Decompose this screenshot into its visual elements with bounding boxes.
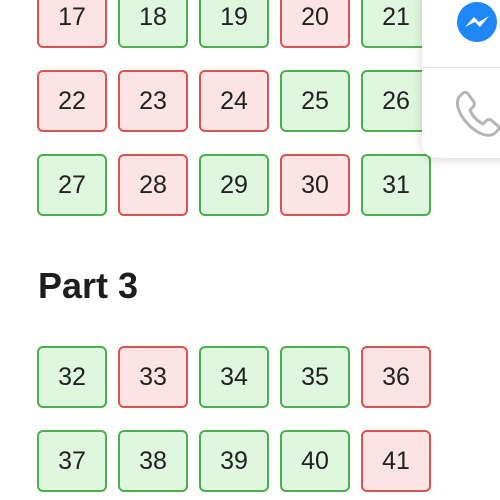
contact-widget bbox=[422, 0, 500, 158]
question-34-box[interactable]: 34 bbox=[199, 346, 269, 408]
question-25-box[interactable]: 25 bbox=[280, 70, 350, 132]
question-17-box[interactable]: 17 bbox=[37, 0, 107, 48]
question-19-box[interactable]: 19 bbox=[199, 0, 269, 48]
answer-sheet-page: 17 18 19 20 21 22 23 24 25 26 27 28 29 30 31 Part 3 32… bbox=[0, 0, 500, 500]
question-26-box[interactable]: 26 bbox=[361, 70, 431, 132]
question-35-box[interactable]: 35 bbox=[280, 346, 350, 408]
question-29-box[interactable]: 29 bbox=[199, 154, 269, 216]
question-41-box[interactable]: 41 bbox=[361, 430, 431, 492]
question-30-box[interactable]: 30 bbox=[280, 154, 350, 216]
phone-icon[interactable] bbox=[452, 88, 500, 138]
question-38-box[interactable]: 38 bbox=[118, 430, 188, 492]
part-3-heading: Part 3 bbox=[38, 265, 139, 306]
question-23-box[interactable]: 23 bbox=[118, 70, 188, 132]
question-27-box[interactable]: 27 bbox=[37, 154, 107, 216]
question-39-box[interactable]: 39 bbox=[199, 430, 269, 492]
question-24-box[interactable]: 24 bbox=[199, 70, 269, 132]
question-36-box[interactable]: 36 bbox=[361, 346, 431, 408]
question-33-box[interactable]: 33 bbox=[118, 346, 188, 408]
part-3-answer-grid: 32 33 34 35 36 37 38 39 40 41 bbox=[37, 346, 431, 492]
question-37-box[interactable]: 37 bbox=[37, 430, 107, 492]
question-31-box[interactable]: 31 bbox=[361, 154, 431, 216]
question-22-box[interactable]: 22 bbox=[37, 70, 107, 132]
messenger-icon[interactable] bbox=[452, 0, 500, 48]
question-28-box[interactable]: 28 bbox=[118, 154, 188, 216]
question-20-box[interactable]: 20 bbox=[280, 0, 350, 48]
part-2-answer-grid: 17 18 19 20 21 22 23 24 25 26 27 28 29 30 31 bbox=[37, 0, 431, 216]
panel-divider bbox=[422, 67, 500, 68]
question-40-box[interactable]: 40 bbox=[280, 430, 350, 492]
question-32-box[interactable]: 32 bbox=[37, 346, 107, 408]
question-18-box[interactable]: 18 bbox=[118, 0, 188, 48]
question-21-box[interactable]: 21 bbox=[361, 0, 431, 48]
